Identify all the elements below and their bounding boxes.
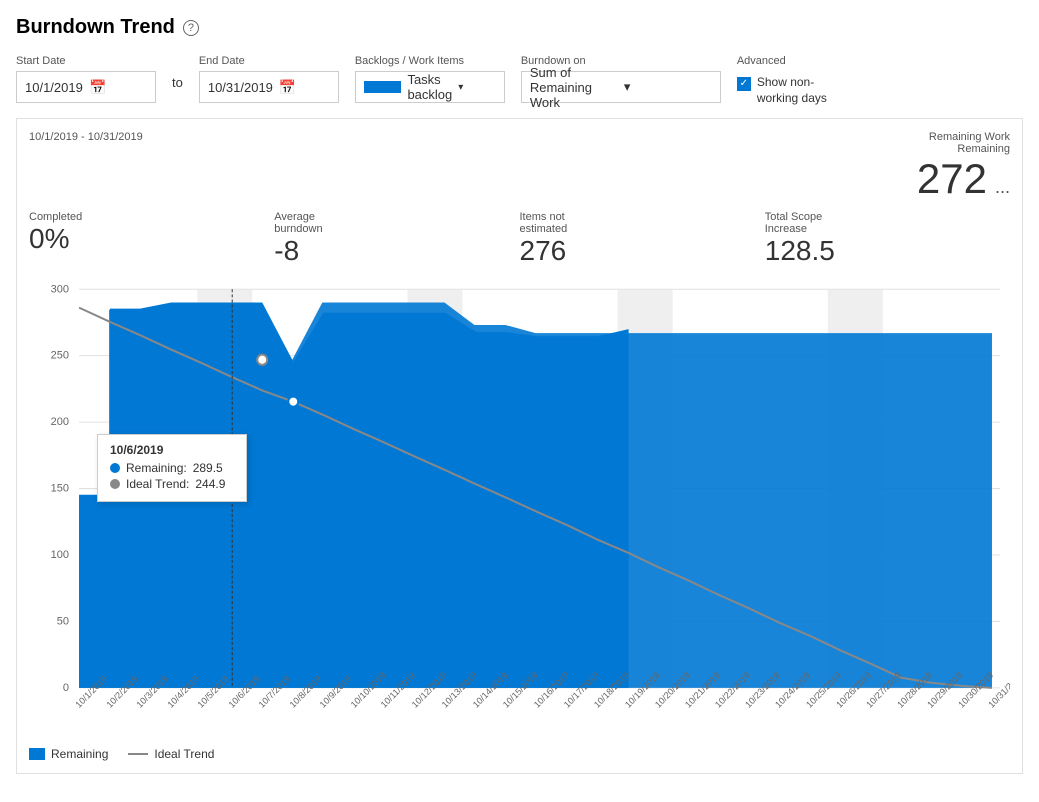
chart-container: 10/1/2019 - 10/31/2019 Remaining Work Re… (16, 118, 1023, 774)
show-nonworking-label: Show non-working days (757, 75, 837, 106)
tooltip-ideal-row: Ideal Trend: 244.9 (110, 477, 234, 491)
tooltip-remaining-value: 289.5 (193, 461, 223, 475)
tooltip-remaining-row: Remaining: 289.5 (110, 461, 234, 475)
legend-remaining-color (29, 748, 45, 760)
backlogs-label: Backlogs / Work Items (355, 55, 505, 67)
chart-legend: Remaining Ideal Trend (29, 747, 1010, 761)
stats-row: Completed 0% Averageburndown -8 Items no… (29, 211, 1010, 267)
svg-text:300: 300 (51, 283, 69, 295)
calendar-icon: 📅 (89, 79, 147, 96)
burndown-value: Sum of Remaining Work (530, 65, 618, 110)
remaining-work-label: Remaining Work Remaining (929, 131, 1010, 155)
start-date-label: Start Date (16, 55, 156, 67)
end-date-value: 10/31/2019 (208, 80, 273, 95)
stat-avg-burndown: Averageburndown -8 (274, 211, 519, 267)
tooltip-ideal-value: 244.9 (195, 477, 225, 491)
legend-remaining-label: Remaining (51, 747, 108, 761)
legend-ideal-line (128, 753, 148, 755)
stat-completed-label: Completed (29, 211, 274, 223)
stat-not-estimated-label: Items notestimated (520, 211, 765, 235)
legend-ideal-label: Ideal Trend (154, 747, 214, 761)
legend-remaining: Remaining (29, 747, 108, 761)
tooltip-ideal-label: Ideal Trend: (126, 477, 189, 491)
chart-svg: 0 50 100 150 200 250 300 (29, 279, 1010, 739)
tooltip-ideal-dot (110, 479, 120, 489)
backlogs-dropdown[interactable]: Tasks backlog ▾ (355, 71, 505, 103)
start-date-input[interactable]: 10/1/2019 📅 (16, 71, 156, 103)
svg-text:200: 200 (51, 416, 69, 428)
svg-text:50: 50 (57, 616, 69, 628)
chart-area: 0 50 100 150 200 250 300 (29, 279, 1010, 739)
start-date-group: Start Date 10/1/2019 📅 (16, 55, 156, 103)
stat-not-estimated-value: 276 (520, 235, 765, 267)
show-nonworking-row: ✓ Show non-working days (737, 75, 837, 106)
tooltip-remaining-dot (110, 463, 120, 473)
burndown-dropdown[interactable]: Sum of Remaining Work ▾ (521, 71, 721, 103)
backlogs-group: Backlogs / Work Items Tasks backlog ▾ (355, 55, 505, 103)
tooltip-date: 10/6/2019 (110, 443, 234, 457)
advanced-label: Advanced (737, 55, 837, 67)
burndown-group: Burndown on Sum of Remaining Work ▾ (521, 55, 721, 103)
controls-bar: Start Date 10/1/2019 📅 to End Date 10/31… (16, 55, 1023, 106)
show-nonworking-checkbox[interactable]: ✓ (737, 77, 751, 91)
check-icon: ✓ (740, 79, 748, 89)
stat-completed-value: 0% (29, 223, 274, 255)
chart-tooltip: 10/6/2019 Remaining: 289.5 Ideal Trend: … (97, 434, 247, 502)
end-date-input[interactable]: 10/31/2019 📅 (199, 71, 339, 103)
start-date-value: 10/1/2019 (25, 80, 83, 95)
remaining-work-box: Remaining Work Remaining 272 ... (917, 131, 1010, 203)
stat-completed: Completed 0% (29, 211, 274, 255)
backlog-icon (364, 81, 402, 93)
stat-not-estimated: Items notestimated 276 (520, 211, 765, 267)
advanced-group: Advanced ✓ Show non-working days (737, 55, 837, 106)
page-container: Burndown Trend ? Start Date 10/1/2019 📅 … (0, 0, 1039, 802)
stat-scope-increase-label: Total ScopeIncrease (765, 211, 1010, 235)
help-icon[interactable]: ? (183, 20, 199, 36)
more-options-button[interactable]: ... (995, 178, 1010, 196)
calendar-icon-2: 📅 (279, 79, 330, 96)
page-title: Burndown Trend (16, 16, 175, 39)
chevron-down-icon: ▾ (458, 82, 496, 93)
svg-text:150: 150 (51, 483, 69, 495)
tooltip-remaining-label: Remaining: (126, 461, 187, 475)
page-header: Burndown Trend ? (16, 16, 1023, 39)
legend-ideal-trend: Ideal Trend (128, 747, 214, 761)
chart-header: 10/1/2019 - 10/31/2019 Remaining Work Re… (29, 131, 1010, 203)
svg-text:250: 250 (51, 350, 69, 362)
stat-scope-increase: Total ScopeIncrease 128.5 (765, 211, 1010, 267)
svg-text:100: 100 (51, 549, 69, 561)
end-date-label: End Date (199, 55, 339, 67)
backlogs-value: Tasks backlog (407, 72, 452, 102)
end-date-group: End Date 10/31/2019 📅 (199, 55, 339, 103)
stat-scope-increase-value: 128.5 (765, 235, 1010, 267)
burndown-chevron-icon: ▾ (624, 79, 712, 95)
svg-text:0: 0 (63, 682, 69, 694)
stat-avg-burndown-label: Averageburndown (274, 211, 519, 235)
chart-date-range: 10/1/2019 - 10/31/2019 (29, 131, 143, 143)
to-label: to (172, 55, 183, 90)
stat-avg-burndown-value: -8 (274, 235, 519, 267)
remaining-work-value: 272 (917, 155, 987, 203)
